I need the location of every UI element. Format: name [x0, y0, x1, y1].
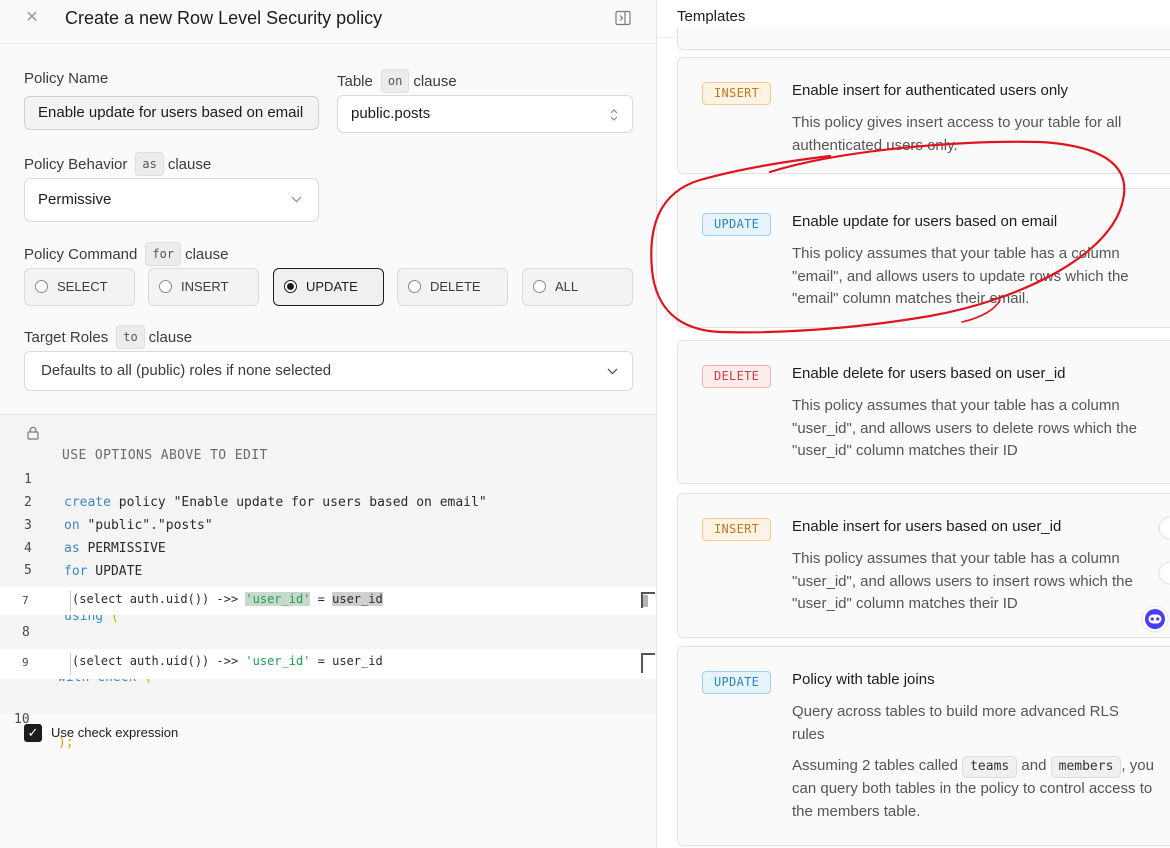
code-line: 3 as PERMISSIVE — [24, 518, 166, 556]
table-clause-pill: on — [380, 69, 410, 93]
template-card-selected[interactable]: UPDATE Enable update for users based on … — [677, 188, 1170, 328]
using-expression-editor[interactable]: 7 (select auth.uid()) ->> 'user_id' = us… — [0, 587, 656, 615]
close-icon[interactable]: ✕ — [22, 8, 42, 28]
assistant-bot-icon[interactable] — [1141, 605, 1169, 633]
policy-name-input[interactable]: Enable update for users based on email — [24, 96, 319, 130]
radio-dot — [533, 280, 546, 293]
chevron-down-icon — [607, 368, 618, 375]
floating-action-icon[interactable] — [1156, 561, 1170, 585]
table-label: Table on clause — [337, 69, 457, 93]
update-badge: UPDATE — [702, 213, 772, 236]
template-description: This policy gives insert access to your … — [792, 114, 1122, 154]
template-title: Enable insert for authenticated users on… — [792, 82, 1068, 99]
behavior-clause-pill: as — [135, 152, 164, 176]
template-description: Query across tables to build more advanc… — [792, 703, 1119, 743]
page-title: Create a new Row Level Security policy — [65, 8, 383, 28]
command-option-all[interactable]: ALL — [522, 268, 633, 306]
template-card[interactable]: DELETE Enable delete for users based on … — [677, 340, 1170, 484]
policy-editor-panel: ✕ Create a new Row Level Security policy… — [0, 0, 656, 848]
insert-badge: INSERT — [702, 82, 772, 105]
insert-badge: INSERT — [702, 518, 772, 541]
template-card[interactable]: INSERT Enable insert for authenticated u… — [677, 57, 1170, 174]
templates-panel: Templates INSERT Enable insert for authe… — [657, 0, 1170, 848]
code-line: 1 create policy "Enable update for users… — [24, 472, 487, 510]
target-roles-label: Target Roles to clause — [24, 325, 192, 349]
use-check-expression-checkbox[interactable]: ✓ — [24, 724, 42, 742]
radio-dot — [408, 280, 421, 293]
update-badge: UPDATE — [702, 671, 772, 694]
radio-dot-selected — [284, 280, 297, 293]
tab-templates[interactable]: Templates — [677, 6, 745, 28]
sort-arrows-icon — [610, 109, 618, 121]
code-notice: USE OPTIONS ABOVE TO EDIT — [62, 448, 268, 463]
command-clause-pill: for — [145, 242, 182, 266]
template-description-extra: Assuming 2 tables called teams and membe… — [792, 756, 1154, 820]
policy-behavior-label: Policy Behavior as clause — [24, 152, 211, 176]
table-select[interactable]: public.posts — [337, 95, 633, 133]
code-line: 2 on "public"."posts" — [24, 495, 213, 533]
use-check-expression-label: Use check expression — [51, 725, 179, 740]
template-description: This policy assumes that your table has … — [792, 550, 1133, 612]
code-line: 5 to public — [24, 563, 134, 601]
template-title: Policy with table joins — [792, 671, 935, 688]
radio-dot — [35, 280, 48, 293]
floating-action-icon[interactable] — [1156, 516, 1170, 540]
command-option-select[interactable]: SELECT — [24, 268, 135, 306]
template-title: Enable insert for users based on user_id — [792, 518, 1062, 535]
chevron-down-icon — [291, 196, 302, 203]
table-select-value: public.posts — [351, 105, 431, 122]
check-expression-editor[interactable]: 9 (select auth.uid()) ->> 'user_id' = us… — [0, 649, 656, 679]
code-line: 10 ); — [14, 712, 74, 750]
template-description: This policy assumes that your table has … — [792, 245, 1129, 307]
panel-header: ✕ Create a new Row Level Security policy — [0, 0, 656, 44]
code-chip-teams: teams — [962, 756, 1018, 778]
policy-command-label: Policy Command for clause — [24, 242, 228, 266]
roles-select-value: Defaults to all (public) roles if none s… — [41, 362, 332, 379]
template-card[interactable]: UPDATE Policy with table joins Query acr… — [677, 646, 1170, 846]
behavior-select-value: Permissive — [38, 191, 112, 208]
command-option-update[interactable]: UPDATE — [273, 268, 384, 306]
template-card[interactable]: INSERT Enable insert for users based on … — [677, 493, 1170, 638]
target-roles-select[interactable]: Defaults to all (public) roles if none s… — [24, 351, 633, 391]
policy-name-label: Policy Name — [24, 70, 109, 87]
command-option-insert[interactable]: INSERT — [148, 268, 259, 306]
policy-behavior-select[interactable]: Permissive — [24, 178, 319, 222]
template-title: Enable update for users based on email — [792, 213, 1058, 230]
delete-badge: DELETE — [702, 365, 772, 388]
command-option-delete[interactable]: DELETE — [397, 268, 508, 306]
code-line: 8 with check ( — [22, 625, 152, 685]
template-title: Enable delete for users based on user_id — [792, 365, 1066, 382]
sql-preview: USE OPTIONS ABOVE TO EDIT 1 create polic… — [0, 414, 656, 750]
code-line: 6 using ( — [24, 586, 119, 624]
template-description: This policy assumes that your table has … — [792, 397, 1137, 459]
code-chip-members: members — [1050, 756, 1122, 778]
code-line: 4 for UPDATE — [24, 541, 143, 579]
sidebar-collapse-icon[interactable] — [615, 10, 631, 26]
radio-dot — [159, 280, 172, 293]
template-card-partial[interactable] — [677, 28, 1170, 50]
roles-clause-pill: to — [116, 325, 145, 349]
